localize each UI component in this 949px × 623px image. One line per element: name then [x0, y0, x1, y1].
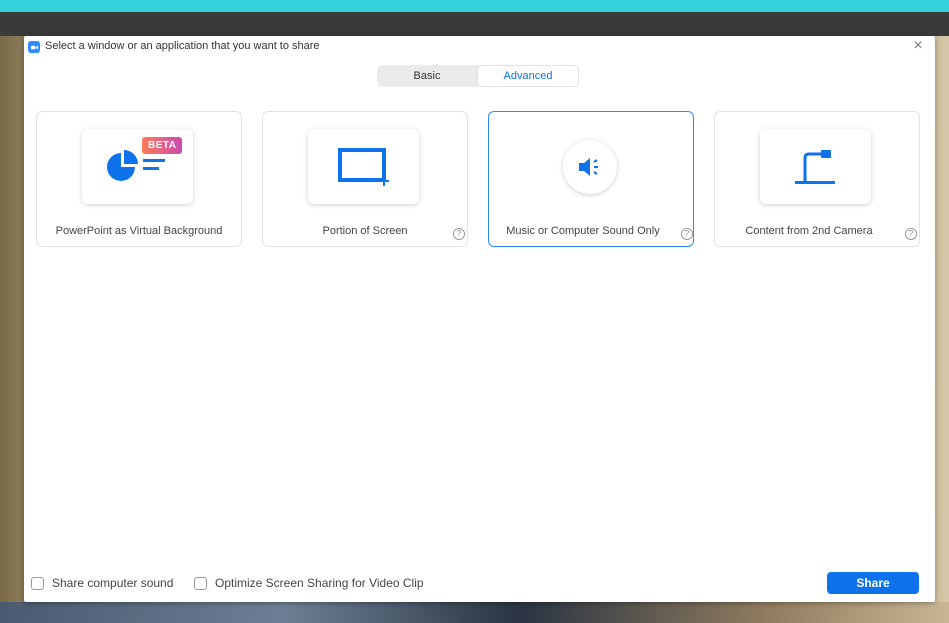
optimize-video-clip-checkbox[interactable] — [194, 576, 207, 590]
background-video — [0, 12, 949, 36]
zoom-app-icon — [28, 41, 40, 53]
beta-badge: BETA — [142, 137, 183, 154]
dialog-footer: Share computer sound Optimize Screen Sha… — [24, 564, 935, 602]
title-bar: Select a window or an application that y… — [24, 36, 935, 58]
share-button[interactable]: Share — [827, 572, 919, 594]
option-content-2nd-camera[interactable]: Content from 2nd Camera ? — [714, 111, 920, 247]
dialog-title: Select a window or an application that y… — [45, 40, 320, 52]
sound-icon-circle — [562, 139, 617, 194]
help-icon[interactable]: ? — [905, 228, 917, 240]
background-video-bottom — [0, 602, 949, 623]
option-label: Music or Computer Sound Only — [506, 225, 660, 237]
share-computer-sound-checkbox[interactable] — [31, 576, 44, 590]
optimize-video-clip-option[interactable]: Optimize Screen Sharing for Video Clip — [194, 576, 424, 590]
document-camera-icon — [794, 149, 835, 184]
option-thumbnail: BETA — [82, 129, 193, 204]
optimize-video-clip-label: Optimize Screen Sharing for Video Clip — [215, 576, 424, 590]
share-computer-sound-label: Share computer sound — [52, 576, 174, 590]
option-thumbnail — [308, 129, 419, 204]
help-icon[interactable]: ? — [453, 228, 465, 240]
option-thumbnail — [534, 129, 645, 204]
option-label: PowerPoint as Virtual Background — [55, 225, 223, 237]
option-label: Portion of Screen — [322, 225, 408, 237]
option-powerpoint-virtual-background[interactable]: BETA PowerPoint as Virtual Background — [36, 111, 242, 247]
option-music-computer-sound[interactable]: Music or Computer Sound Only ? — [488, 111, 694, 247]
top-accent-stripe — [0, 0, 949, 12]
share-computer-sound-option[interactable]: Share computer sound — [31, 576, 173, 590]
tab-basic[interactable]: Basic — [377, 65, 477, 87]
option-portion-of-screen[interactable]: Portion of Screen ? — [262, 111, 468, 247]
option-thumbnail — [760, 129, 871, 204]
screen-portion-icon — [337, 147, 389, 186]
speaker-icon — [578, 157, 598, 176]
share-screen-dialog: Select a window or an application that y… — [24, 36, 935, 602]
close-button[interactable]: × — [909, 37, 927, 55]
option-label: Content from 2nd Camera — [745, 225, 873, 237]
tab-advanced[interactable]: Advanced — [477, 65, 579, 87]
tab-switcher: Basic Advanced — [377, 65, 579, 87]
help-icon[interactable]: ? — [681, 228, 693, 240]
